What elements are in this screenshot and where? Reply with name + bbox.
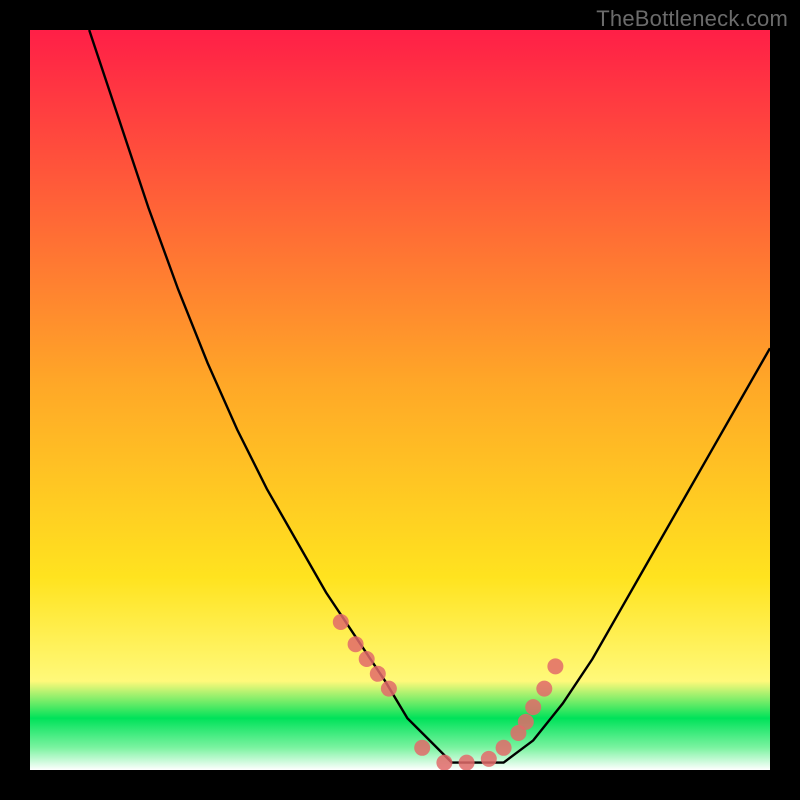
marker-point <box>370 666 386 682</box>
marker-point <box>414 740 430 756</box>
marker-point <box>525 699 541 715</box>
marker-point <box>547 658 563 674</box>
marker-point <box>436 755 452 770</box>
marker-point <box>381 681 397 697</box>
gradient-background <box>30 30 770 770</box>
marker-point <box>359 651 375 667</box>
marker-point <box>333 614 349 630</box>
marker-point <box>518 714 534 730</box>
marker-point <box>496 740 512 756</box>
chart-frame: TheBottleneck.com <box>0 0 800 800</box>
watermark-text: TheBottleneck.com <box>596 6 788 32</box>
marker-point <box>459 755 475 770</box>
marker-point <box>348 636 364 652</box>
marker-point <box>481 751 497 767</box>
bottleneck-chart <box>30 30 770 770</box>
marker-point <box>536 681 552 697</box>
